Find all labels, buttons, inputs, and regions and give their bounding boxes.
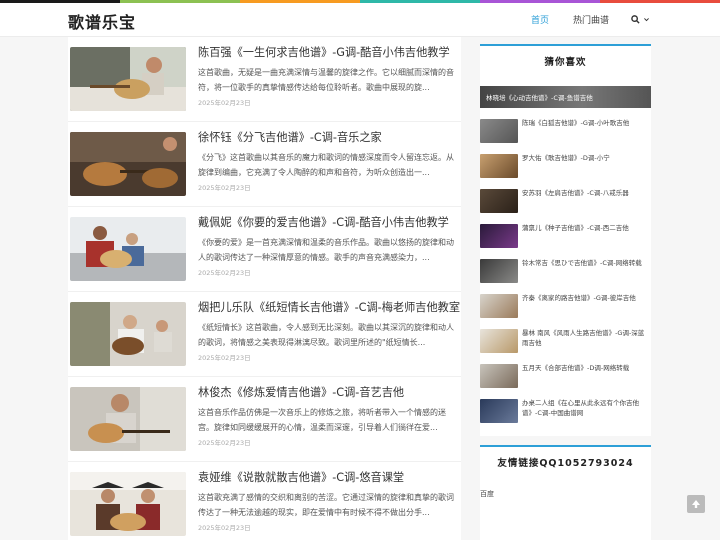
post-date: 2025年02月23日 [198, 184, 251, 192]
related-title[interactable]: 铃木常吉《思ひで吉他谱》-C调-网络转载 [522, 258, 650, 268]
friend-link[interactable]: 百度 [480, 489, 494, 499]
related-item: 暴林 南风《风雨人生路吉他谱》-G调-深蓝雨吉他 [480, 326, 651, 360]
related-thumbnail[interactable] [480, 189, 518, 213]
sidebar: 猜你喜欢 林晓培《心动吉他谱》-C调-鱼谱吉他 陈瑞《白狐吉他谱》-G调-小叶歌… [480, 37, 651, 436]
search-icon [631, 15, 640, 24]
post-thumbnail[interactable] [70, 387, 186, 451]
recommend-widget: 猜你喜欢 林晓培《心动吉他谱》-C调-鱼谱吉他 陈瑞《白狐吉他谱》-G调-小叶歌… [480, 44, 651, 436]
related-thumbnail[interactable] [480, 224, 518, 248]
related-title[interactable]: 齐秦《离家的路吉他谱》-G调-彼岸吉他 [522, 293, 650, 303]
related-title[interactable]: 暴林 南风《风雨人生路吉他谱》-G调-深蓝雨吉他 [522, 328, 650, 348]
post-item: 陈百强《一生何求吉他谱》-G调-酷音小伟吉他教学 这首歌曲，无疑是一曲充满深情与… [68, 37, 461, 122]
related-item: 罗大佑《歌吉他谱》-D调-小宁 [480, 151, 651, 185]
site-logo[interactable]: 歌谱乐宝 [68, 9, 136, 33]
related-title[interactable]: 蒲禀儿《种子吉他谱》-C调-西二吉他 [522, 223, 650, 233]
related-item: 安苏羽《左肩吉他谱》-C调-八戒乐器 [480, 186, 651, 220]
post-title[interactable]: 袁娅维《说散就散吉他谱》-C调-悠音课堂 [198, 469, 463, 485]
related-title[interactable]: 办桌二人组《在心里从此永远有个你吉他谱》-C调-中国曲谱网 [522, 398, 650, 418]
related-item: 铃木常吉《思ひで吉他谱》-C调-网络转载 [480, 256, 651, 290]
post-excerpt: 这首歌充满了感情的交织和离别的苦涩。它通过深情的旋律和真挚的歌词传达了一种无法逾… [198, 493, 454, 517]
post-title[interactable]: 烟把儿乐队《纸短情长吉他谱》-C调-梅老师吉他教室 [198, 299, 463, 315]
widget-title: 友情链接QQ1052793024 [497, 458, 634, 469]
post-title[interactable]: 林俊杰《修炼爱情吉他谱》-C调-音艺吉他 [198, 384, 463, 400]
friend-links-widget: 友情链接QQ1052793024 百度 [480, 445, 651, 540]
post-item: 袁娅维《说散就散吉他谱》-C调-悠音课堂 这首歌充满了感情的交织和离别的苦涩。它… [68, 462, 461, 540]
related-thumbnail[interactable] [480, 364, 518, 388]
related-item: 办桌二人组《在心里从此永远有个你吉他谱》-C调-中国曲谱网 [480, 396, 651, 430]
post-title[interactable]: 戴佩妮《你要的爱吉他谱》-C调-酷音小伟吉他教学 [198, 214, 463, 230]
related-thumbnail[interactable] [480, 119, 518, 143]
related-thumbnail[interactable] [480, 294, 518, 318]
related-item: 陈瑞《白狐吉他谱》-G调-小叶歌吉他 [480, 116, 651, 150]
post-item: 戴佩妮《你要的爱吉他谱》-C调-酷音小伟吉他教学 《你要的爱》是一首充满深情和温… [68, 207, 461, 292]
post-date: 2025年02月23日 [198, 269, 251, 277]
related-thumbnail[interactable] [480, 399, 518, 423]
nav-item-home[interactable]: 首页 [531, 3, 549, 36]
post-date: 2025年02月23日 [198, 354, 251, 362]
related-title[interactable]: 陈瑞《白狐吉他谱》-G调-小叶歌吉他 [522, 118, 650, 128]
post-excerpt: 《你要的爱》是一首充满深情和温柔的音乐作品。歌曲以悠扬的旋律和动人的歌词传达了一… [198, 238, 454, 262]
main-nav: 首页 热门曲谱 [507, 3, 650, 36]
post-date: 2025年02月23日 [198, 99, 251, 107]
related-thumbnail[interactable] [480, 259, 518, 283]
related-title[interactable]: 五月天《合部吉他谱》-D调-网络转载 [522, 363, 650, 373]
post-item: 烟把儿乐队《纸短情长吉他谱》-C调-梅老师吉他教室 《纸短情长》这首歌曲，令人感… [68, 292, 461, 377]
nav-item-popular[interactable]: 热门曲谱 [573, 3, 609, 36]
related-title[interactable]: 安苏羽《左肩吉他谱》-C调-八戒乐器 [522, 188, 650, 198]
related-title[interactable]: 罗大佑《歌吉他谱》-D调-小宁 [522, 153, 650, 163]
featured-banner[interactable]: 林晓培《心动吉他谱》-C调-鱼谱吉他 [480, 86, 651, 108]
post-date: 2025年02月23日 [198, 439, 251, 447]
related-item: 五月天《合部吉他谱》-D调-网络转载 [480, 361, 651, 395]
post-thumbnail[interactable] [70, 132, 186, 196]
arrow-up-icon [692, 500, 700, 508]
post-excerpt: 这首音乐作品仿佛是一次音乐上的修炼之旅，将听者带入一个情感的迷宫。旋律如同缓缓展… [198, 408, 446, 432]
chevron-down-icon [644, 18, 649, 22]
post-excerpt: 《纸短情长》这首歌曲，令人感到无比深刻。歌曲以其深沉的旋律和动人的歌词，将情感之… [198, 323, 454, 347]
related-thumbnail[interactable] [480, 329, 518, 353]
back-to-top-button[interactable] [687, 495, 705, 513]
search-toggle[interactable] [631, 15, 650, 24]
related-thumbnail[interactable] [480, 154, 518, 178]
post-excerpt: 这首歌曲，无疑是一曲充满深情与温馨的旋律之作。它以细腻而深情的音符，将一位歌手的… [198, 68, 454, 92]
related-item: 齐秦《离家的路吉他谱》-G调-彼岸吉他 [480, 291, 651, 325]
site-header: 歌谱乐宝 首页 热门曲谱 [0, 3, 720, 37]
post-thumbnail[interactable] [70, 302, 186, 366]
post-thumbnail[interactable] [70, 47, 186, 111]
post-thumbnail[interactable] [70, 472, 186, 536]
post-title[interactable]: 陈百强《一生何求吉他谱》-G调-酷音小伟吉他教学 [198, 44, 463, 60]
post-item: 林俊杰《修炼爱情吉他谱》-C调-音艺吉他 这首音乐作品仿佛是一次音乐上的修炼之旅… [68, 377, 461, 462]
widget-title: 猜你喜欢 [544, 57, 587, 68]
post-list: 陈百强《一生何求吉他谱》-G调-酷音小伟吉他教学 这首歌曲，无疑是一曲充满深情与… [68, 37, 461, 540]
banner-title: 林晓培《心动吉他谱》-C调-鱼谱吉他 [486, 94, 593, 102]
post-date: 2025年02月23日 [198, 524, 251, 532]
post-item: 徐怀钰《分飞吉他谱》-C调-音乐之家 《分飞》这首歌曲以其音乐的魔力和歌词的情感… [68, 122, 461, 207]
post-title[interactable]: 徐怀钰《分飞吉他谱》-C调-音乐之家 [198, 129, 463, 145]
post-excerpt: 《分飞》这首歌曲以其音乐的魔力和歌词的情感深度而令人留连忘返。从旋律到编曲，它充… [198, 153, 454, 177]
post-thumbnail[interactable] [70, 217, 186, 281]
related-item: 蒲禀儿《种子吉他谱》-C调-西二吉他 [480, 221, 651, 255]
